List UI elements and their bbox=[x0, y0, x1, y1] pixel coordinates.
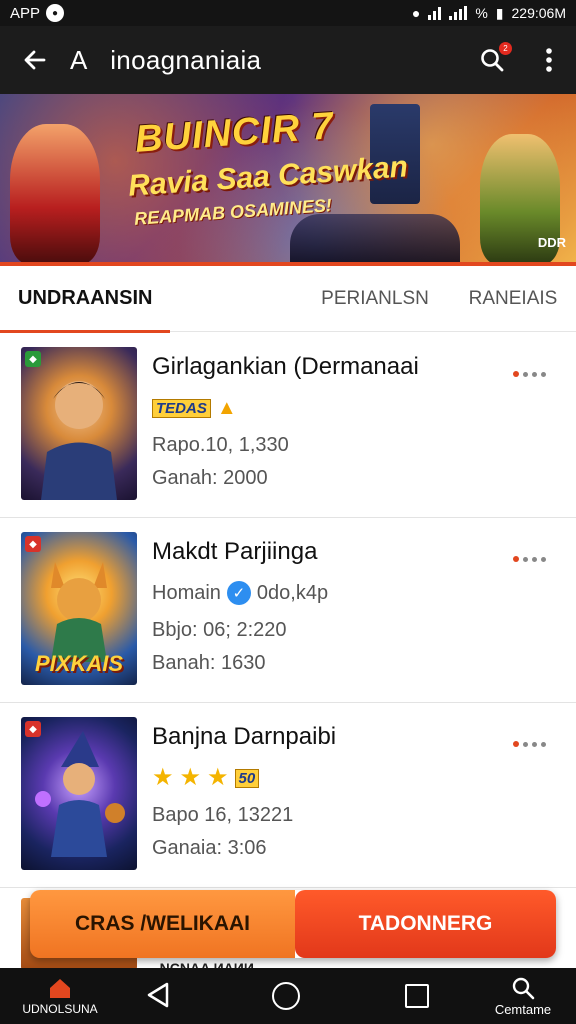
item-meta-label: Homain bbox=[152, 581, 221, 604]
arrow-left-icon bbox=[24, 50, 46, 70]
app-bar: A inoagnaniaia 2 bbox=[0, 26, 576, 94]
page-title-prefix: A bbox=[70, 44, 88, 75]
banner-crowd bbox=[290, 214, 460, 262]
page-title-text: inoagnaniaia bbox=[110, 44, 262, 75]
more-dot-icon bbox=[513, 556, 519, 562]
list-item[interactable]: ◆ Banjna Darnpaibi ★ ★ ★ 50 Bapo 16, 132… bbox=[0, 703, 576, 888]
game-thumbnail: ◆ bbox=[21, 717, 137, 870]
battery-icon: ▮ bbox=[495, 4, 504, 21]
app-notification-icon: ● bbox=[46, 4, 65, 22]
item-stats: Bapo 16, 13221 bbox=[152, 804, 294, 826]
list-item[interactable]: ◆ PIXKAIS Makdt Parjiinga Homain ✓ 0do,k… bbox=[0, 518, 576, 703]
item-info: Banah: 1630 bbox=[152, 652, 266, 674]
more-vert-icon bbox=[546, 48, 552, 72]
item-title: Makdt Parjiinga bbox=[152, 538, 318, 565]
overflow-menu-button[interactable] bbox=[522, 26, 576, 94]
action-bar: CRAS /WELIKAAI TADONNERG bbox=[30, 890, 556, 958]
vibrate-icon: ● bbox=[411, 5, 421, 21]
tab-perianlsn[interactable]: PERIANLSN bbox=[300, 266, 450, 332]
item-info: Ganah: 2000 bbox=[152, 467, 268, 489]
battery-text: % bbox=[475, 5, 488, 21]
flame-icon: ▲ bbox=[216, 396, 237, 419]
item-more-button[interactable] bbox=[513, 556, 546, 562]
promo-banner[interactable]: BUINCIR 7 Ravia Saa Caswkan REAPMAB OSAM… bbox=[0, 94, 576, 266]
status-right: ● % ▮ 229:06M bbox=[412, 5, 566, 22]
item-more-button[interactable] bbox=[513, 741, 546, 747]
item-meta-row: Homain ✓ 0do,k4p bbox=[152, 580, 328, 606]
nav-recents-button[interactable] bbox=[405, 984, 429, 1008]
item-title: Girlagankian (Dermanaai bbox=[152, 353, 419, 380]
primary-action-button[interactable]: TADONNERG bbox=[295, 890, 556, 958]
game-thumbnail: ◆ PIXKAIS bbox=[21, 532, 137, 685]
tab-bar: UNDRAANSIN PERIANLSN RANEIAIS bbox=[0, 266, 576, 333]
star-icon: ★ bbox=[179, 764, 202, 791]
verified-check-icon: ✓ bbox=[226, 581, 251, 605]
banner-title: BUINCIR 7 bbox=[133, 105, 336, 161]
star-icon: ★ bbox=[152, 764, 174, 791]
item-title: Banjna Darnpaibi bbox=[152, 723, 337, 750]
search-icon bbox=[512, 977, 535, 999]
more-dot-icon bbox=[513, 741, 519, 747]
banner-corner-label: DDR bbox=[537, 235, 566, 250]
back-button[interactable] bbox=[0, 26, 70, 94]
status-left: APP ● bbox=[10, 4, 65, 22]
nav-home-label: UDNOLSUNA bbox=[22, 1002, 98, 1016]
tab-raneiais[interactable]: RANEIAIS bbox=[450, 266, 576, 332]
item-tag: TEDAS bbox=[152, 398, 211, 418]
home-icon bbox=[50, 979, 70, 998]
game-list: ◆ Girlagankian (Dermanaai TEDAS ▲ Rapo.1… bbox=[0, 333, 576, 888]
item-stats: Rapo.10, 1,330 bbox=[152, 434, 289, 456]
wifi-icon bbox=[428, 6, 442, 20]
status-app-label: APP bbox=[10, 4, 41, 22]
search-button[interactable]: 2 bbox=[462, 26, 522, 94]
hero-portrait-icon bbox=[41, 381, 117, 500]
game-thumbnail: ◆ bbox=[21, 347, 137, 500]
star-icon: ★ bbox=[207, 764, 229, 791]
wizard-hero-icon bbox=[35, 731, 125, 857]
nav-home-button[interactable] bbox=[272, 982, 300, 1010]
thumb-caption: PIXKAIS bbox=[34, 651, 124, 676]
item-more-button[interactable] bbox=[513, 371, 546, 377]
signal-icon bbox=[449, 6, 468, 20]
page-title: A inoagnaniaia bbox=[70, 45, 462, 76]
nav-home-tab[interactable]: UDNOLSUNA bbox=[0, 968, 120, 1024]
nav-search-tab[interactable]: Cemtame bbox=[470, 968, 576, 1024]
status-bar: APP ● ● % ▮ 229:06M bbox=[0, 0, 576, 26]
item-info: Ganaia: 3:06 bbox=[152, 837, 267, 859]
tab-undraansin[interactable]: UNDRAANSIN bbox=[0, 266, 300, 333]
item-stats: Bbjo: 06; 2:220 bbox=[152, 619, 287, 641]
status-time: 229:06M bbox=[511, 5, 566, 21]
system-nav-bar: UDNOLSUNA Cemtame bbox=[0, 968, 576, 1024]
item-meta-value: 0do,k4p bbox=[256, 581, 329, 604]
rating-badge: 50 bbox=[234, 768, 260, 788]
secondary-action-button[interactable]: CRAS /WELIKAAI bbox=[30, 890, 295, 958]
nav-search-label: Cemtame bbox=[494, 1001, 552, 1017]
search-badge: 2 bbox=[499, 42, 512, 55]
nav-back-icon[interactable] bbox=[143, 980, 173, 1010]
item-rating-row: ★ ★ ★ 50 bbox=[152, 764, 260, 791]
item-tag-row: TEDAS ▲ bbox=[152, 395, 237, 421]
banner-hero-left bbox=[10, 124, 100, 262]
more-dot-icon bbox=[513, 371, 519, 377]
list-item[interactable]: ◆ Girlagankian (Dermanaai TEDAS ▲ Rapo.1… bbox=[0, 333, 576, 518]
